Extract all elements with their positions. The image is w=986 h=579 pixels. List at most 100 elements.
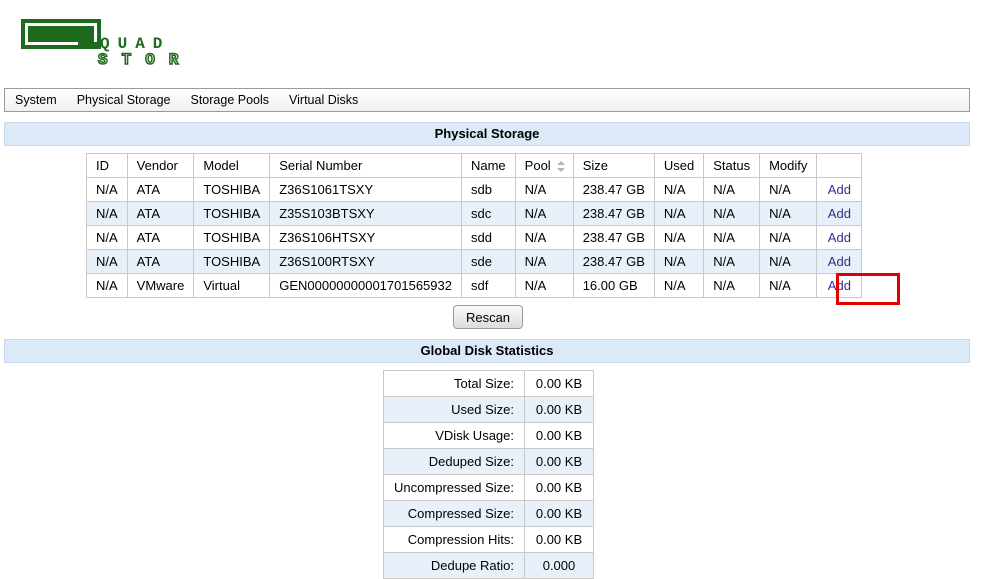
cell-name: sdb [460,177,516,202]
cell-status: N/A [703,225,761,250]
cell-size: 16.00 GB [572,273,655,298]
cell-model: TOSHIBA [193,249,271,274]
rescan-button[interactable]: Rescan [453,305,523,329]
cell-name: sdf [460,273,516,298]
cell-used: N/A [653,273,705,298]
cell-pool: N/A [514,249,574,274]
add-disk-link[interactable]: Add [816,201,863,226]
menu-virtual-disks[interactable]: Virtual Disks [279,93,368,107]
cell-modify: N/A [759,225,818,250]
stat-value: 0.00 KB [524,526,594,553]
col-id: ID [86,153,128,178]
stat-value: 0.00 KB [524,474,594,501]
stats-row: Uncompressed Size: 0.00 KB [383,474,594,501]
cell-size: 238.47 GB [572,201,655,226]
col-used: Used [653,153,705,178]
sort-icon [556,161,565,173]
logo-line2: STOR [98,51,192,69]
physical-storage-title: Physical Storage [4,122,970,146]
col-status: Status [703,153,761,178]
col-name: Name [460,153,516,178]
cell-vendor: ATA [126,201,195,226]
cell-name: sdd [460,225,516,250]
cell-status: N/A [703,177,761,202]
cell-size: 238.47 GB [572,177,655,202]
stats-row: Used Size: 0.00 KB [383,396,594,423]
cell-id: N/A [86,177,128,202]
stats-row: Compression Hits: 0.00 KB [383,526,594,553]
cell-pool: N/A [514,273,574,298]
stats-row: Dedupe Ratio: 0.000 [383,552,594,579]
table-row: N/A ATA TOSHIBA Z36S1061TSXY sdb N/A 238… [86,177,863,202]
cell-model: TOSHIBA [193,201,271,226]
highlight-box [836,273,900,305]
cell-serial: GEN00000000001701565932 [269,273,462,298]
cell-modify: N/A [759,201,818,226]
col-vendor: Vendor [126,153,195,178]
cell-modify: N/A [759,249,818,274]
stat-label: Dedupe Ratio: [383,552,525,579]
col-model: Model [193,153,271,178]
table-header-row: ID Vendor Model Serial Number Name Pool … [86,153,863,178]
cell-status: N/A [703,201,761,226]
col-modify: Modify [759,153,818,178]
cell-pool: N/A [514,201,574,226]
global-stats-table: Total Size: 0.00 KB Used Size: 0.00 KB VDi… [383,370,594,579]
cell-size: 238.47 GB [572,225,655,250]
cell-used: N/A [653,249,705,274]
stat-label: Deduped Size: [383,448,525,475]
cell-id: N/A [86,225,128,250]
cell-name: sdc [460,201,516,226]
cell-vendor: VMware [126,273,195,298]
cell-name: sde [460,249,516,274]
stat-label: Compressed Size: [383,500,525,527]
col-pool[interactable]: Pool [514,153,574,178]
cell-serial: Z36S100RTSXY [269,249,462,274]
cell-serial: Z36S1061TSXY [269,177,462,202]
cell-pool: N/A [514,177,574,202]
cell-pool: N/A [514,225,574,250]
cell-model: Virtual [193,273,271,298]
stat-value: 0.00 KB [524,448,594,475]
stat-label: Used Size: [383,396,525,423]
cell-serial: Z35S103BTSXY [269,201,462,226]
stat-value: 0.00 KB [524,396,594,423]
cell-serial: Z36S106HTSXY [269,225,462,250]
menu-physical-storage[interactable]: Physical Storage [67,93,181,107]
add-disk-link[interactable]: Add [816,177,863,202]
cell-vendor: ATA [126,177,195,202]
stat-label: VDisk Usage: [383,422,525,449]
cell-modify: N/A [759,273,818,298]
stat-value: 0.00 KB [524,500,594,527]
stat-label: Compression Hits: [383,526,525,553]
cell-size: 238.47 GB [572,249,655,274]
cell-status: N/A [703,249,761,274]
table-row: N/A ATA TOSHIBA Z36S100RTSXY sde N/A 238… [86,249,863,274]
main-menu: System Physical Storage Storage Pools Vi… [4,88,970,112]
col-size: Size [572,153,655,178]
stat-label: Uncompressed Size: [383,474,525,501]
physical-storage-table: ID Vendor Model Serial Number Name Pool … [86,153,863,298]
stats-row: Deduped Size: 0.00 KB [383,448,594,475]
cell-used: N/A [653,201,705,226]
stats-row: Total Size: 0.00 KB [383,370,594,397]
menu-storage-pools[interactable]: Storage Pools [181,93,280,107]
quadstor-logo: QUAD STOR [21,19,192,70]
cell-model: TOSHIBA [193,225,271,250]
cell-id: N/A [86,273,128,298]
col-action [816,153,863,178]
cell-id: N/A [86,249,128,274]
col-serial: Serial Number [269,153,462,178]
add-disk-link[interactable]: Add [816,225,863,250]
stat-label: Total Size: [383,370,525,397]
add-disk-link[interactable]: Add [816,249,863,274]
cell-model: TOSHIBA [193,177,271,202]
cell-vendor: ATA [126,249,195,274]
cell-id: N/A [86,201,128,226]
stat-value: 0.00 KB [524,422,594,449]
stat-value: 0.000 [524,552,594,579]
menu-system[interactable]: System [5,93,67,107]
table-row: N/A VMware Virtual GEN000000000017015659… [86,273,863,298]
cell-status: N/A [703,273,761,298]
table-row: N/A ATA TOSHIBA Z36S106HTSXY sdd N/A 238… [86,225,863,250]
